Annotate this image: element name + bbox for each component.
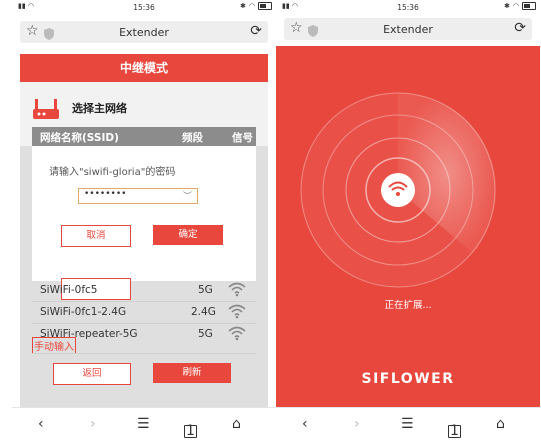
menu-icon[interactable]: ☰ [137,416,150,432]
forward-arrow-icon[interactable]: › [354,416,360,432]
brand-logo: SIFLOWER [361,371,455,387]
menu-icon[interactable]: ☰ [401,416,414,432]
column-ssid: 网络名称(SSID) [40,132,119,144]
column-band: 频段 [182,132,203,144]
network-band: 5G [198,328,213,340]
status-icons: ✱ ◠ [504,2,536,10]
column-signal: 信号 [232,132,253,144]
battery-icon [522,2,536,10]
status-bar: ▮▮ ◠ 15:36 ✱ ◠ [12,0,276,14]
status-time: 15:36 [133,3,155,12]
back-button[interactable]: 返回 [53,363,131,385]
wifi-signal-icon [228,326,246,341]
left-phone-screen: ▮▮ ◠ 15:36 ✱ ◠ ☆ Extender ⟳ 中继模式 选择主网络 网… [12,0,276,442]
cancel-button[interactable]: 取消 [61,225,131,247]
back-arrow-icon[interactable]: ‹ [302,416,308,432]
network-ssid: SiWiFi-0fc5 [40,284,98,296]
wifi-status-icon: ◠ [512,2,519,10]
confirm-button[interactable]: 确定 [153,225,223,245]
bluetooth-icon: ✱ [240,2,246,10]
network-row[interactable]: SiWiFi-0fc5 5G [32,279,256,302]
extending-status: 正在扩展... [384,300,432,311]
password-dialog: 请输入"siwifi-gloria"的密码 •••••••• ︶ [32,146,256,300]
network-band: 5G [198,284,213,296]
password-value: •••••••• [84,189,127,199]
select-network-header: 选择主网络 [32,94,252,122]
browser-page-title: Extender [119,26,169,39]
battery-icon [258,2,272,10]
status-bar: ▮▮ ◠ 15:36 ✱ ◠ [276,0,540,14]
forward-arrow-icon[interactable]: › [90,416,96,432]
dialog-prompt: 请输入"siwifi-gloria"的密码 [49,167,176,178]
network-ssid: SiWiFi-0fc1-2.4G [40,306,127,318]
browser-page-title: Extender [383,23,433,36]
tabs-icon[interactable]: 1 [448,424,461,438]
page-title: 中继模式 [20,54,268,82]
refresh-button[interactable]: 刷新 [153,363,231,383]
status-time: 15:36 [397,3,419,12]
radar-animation [300,92,497,288]
network-table-header: 网络名称(SSID) 频段 信号 [32,127,256,146]
reload-icon[interactable]: ⟳ [250,23,262,39]
password-input[interactable]: •••••••• ︶ [78,188,198,204]
repeater-mode-page: 中继模式 选择主网络 网络名称(SSID) 频段 信号 请输入"siwifi-g… [20,54,268,409]
network-band: 2.4G [191,306,216,318]
extending-page: 正在扩展... SIFLOWER [276,46,540,408]
manual-input-link[interactable]: 手动输入 [32,337,76,354]
router-icon [33,99,59,119]
wifi-signal-icon [228,304,246,319]
status-icons: ✱ ◠ [240,2,272,10]
network-row[interactable]: SiWiFi-0fc1-2.4G 2.4G [32,301,256,324]
browser-nav-bar: ‹ › ☰ 1 ⌂ [12,407,276,442]
browser-address-bar[interactable]: ☆ Extender ⟳ [20,21,268,43]
wifi-status-icon: ◠ [248,2,255,10]
wifi-signal-icon [228,282,246,297]
section-title: 选择主网络 [72,102,127,115]
reload-icon[interactable]: ⟳ [514,20,526,36]
divider [32,353,256,354]
eye-closed-icon[interactable]: ︶ [183,189,192,202]
bluetooth-icon: ✱ [504,2,510,10]
home-icon[interactable]: ⌂ [496,416,505,432]
browser-nav-bar: ‹ › ☰ 1 ⌂ [276,407,540,442]
browser-address-bar[interactable]: ☆ Extender ⟳ [284,18,532,40]
home-icon[interactable]: ⌂ [232,416,241,432]
right-phone-screen: ▮▮ ◠ 15:36 ✱ ◠ ☆ Extender ⟳ 正在扩展... SIFL… [276,0,540,442]
back-arrow-icon[interactable]: ‹ [38,416,44,432]
tabs-icon[interactable]: 1 [184,424,197,438]
